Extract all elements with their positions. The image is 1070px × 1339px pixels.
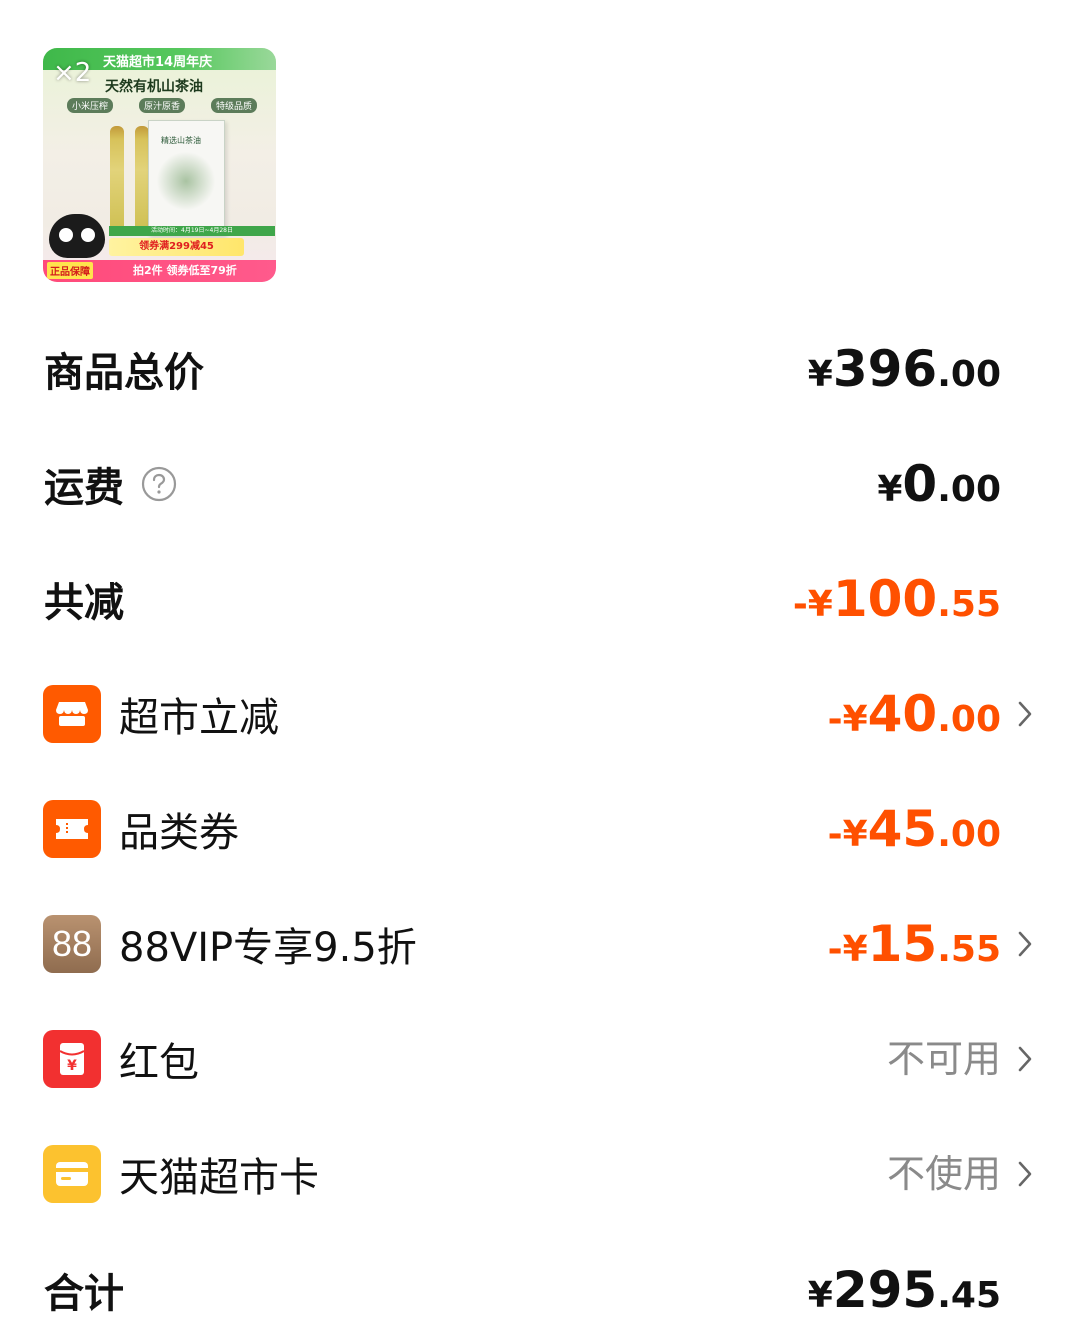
supermarket-card-status: 不使用 (886, 1152, 1001, 1196)
vip-discount-row[interactable]: 88 88VIP专享9.5折 -¥15.55 (0, 904, 1070, 984)
shipping-row: 运费 ¥0.00 (0, 444, 1070, 524)
oil-bottle-image (135, 126, 149, 236)
subtotal-value: ¥396.00 (807, 340, 1001, 398)
vip-88-icon: 88 (43, 915, 101, 973)
chevron-right-icon[interactable] (1016, 1044, 1034, 1074)
store-icon (43, 685, 101, 743)
red-packet-icon: ¥ (43, 1030, 101, 1088)
card-icon (43, 1145, 101, 1203)
category-coupon-label: 品类券 (119, 810, 239, 856)
thumbnail-banner-title: 天猫超市14周年庆 (103, 55, 213, 70)
vip-discount-value: -¥15.55 (827, 915, 1001, 973)
guarantee-badge: 正品保障 (47, 262, 93, 279)
gift-box-image: 精选山茶油 (148, 120, 225, 236)
product-thumbnail[interactable]: 天猫超市14周年庆 ×2 天然有机山茶油 小米压榨 原汁原香 特级品质 精选山茶… (43, 48, 276, 282)
shipping-value: ¥0.00 (877, 455, 1001, 513)
svg-text:¥: ¥ (67, 1058, 77, 1074)
supermarket-card-label: 天猫超市卡 (119, 1155, 319, 1201)
grand-total-row: 合计 ¥295.45 (0, 1250, 1070, 1330)
subtotal-row: 商品总价 ¥396.00 (0, 329, 1070, 409)
supermarket-card-row[interactable]: 天猫超市卡 不使用 (0, 1134, 1070, 1214)
subtotal-label: 商品总价 (44, 350, 204, 396)
category-coupon-value: -¥45.00 (827, 800, 1001, 858)
total-discount-value: -¥100.55 (792, 570, 1001, 628)
oil-bottle-image (110, 126, 124, 236)
tmall-cat-mascot-icon (49, 214, 105, 258)
thumbnail-tag: 特级品质 (210, 98, 257, 113)
grand-total-label: 合计 (44, 1271, 124, 1317)
help-icon[interactable] (141, 466, 177, 502)
thumbnail-headline: 天然有机山茶油 (105, 79, 203, 95)
thumbnail-tag: 小米压榨 (67, 98, 114, 113)
store-discount-value: -¥40.00 (827, 685, 1001, 743)
red-packet-status: 不可用 (886, 1037, 1001, 1081)
grand-total-value: ¥295.45 (807, 1261, 1001, 1319)
chevron-right-icon[interactable] (1016, 929, 1034, 959)
chevron-right-icon[interactable] (1016, 699, 1034, 729)
total-discount-label: 共减 (44, 580, 124, 626)
gift-box-label: 精选山茶油 (161, 136, 201, 145)
thumbnail-tag: 原汁原香 (138, 98, 185, 113)
chevron-right-icon[interactable] (1016, 1159, 1034, 1189)
thumbnail-tags: 小米压榨 原汁原香 特级品质 (67, 98, 257, 113)
shipping-label: 运费 (44, 465, 124, 511)
red-packet-label: 红包 (119, 1040, 199, 1086)
coupon-strip: 领券满299减45 (109, 238, 244, 256)
total-discount-row: 共减 -¥100.55 (0, 559, 1070, 639)
promo-date-strip: 活动时间：4月19日~4月28日 (109, 226, 275, 236)
store-discount-label: 超市立减 (119, 695, 279, 741)
quantity-badge: ×2 (53, 58, 92, 88)
category-coupon-row: 品类券 -¥45.00 (0, 789, 1070, 869)
store-discount-row[interactable]: 超市立减 -¥40.00 (0, 674, 1070, 754)
ticket-icon (43, 800, 101, 858)
promo-text: 拍2件 领券低至79折 (133, 264, 237, 277)
red-packet-row[interactable]: ¥ 红包 不可用 (0, 1019, 1070, 1099)
vip-discount-label: 88VIP专享9.5折 (119, 925, 417, 971)
